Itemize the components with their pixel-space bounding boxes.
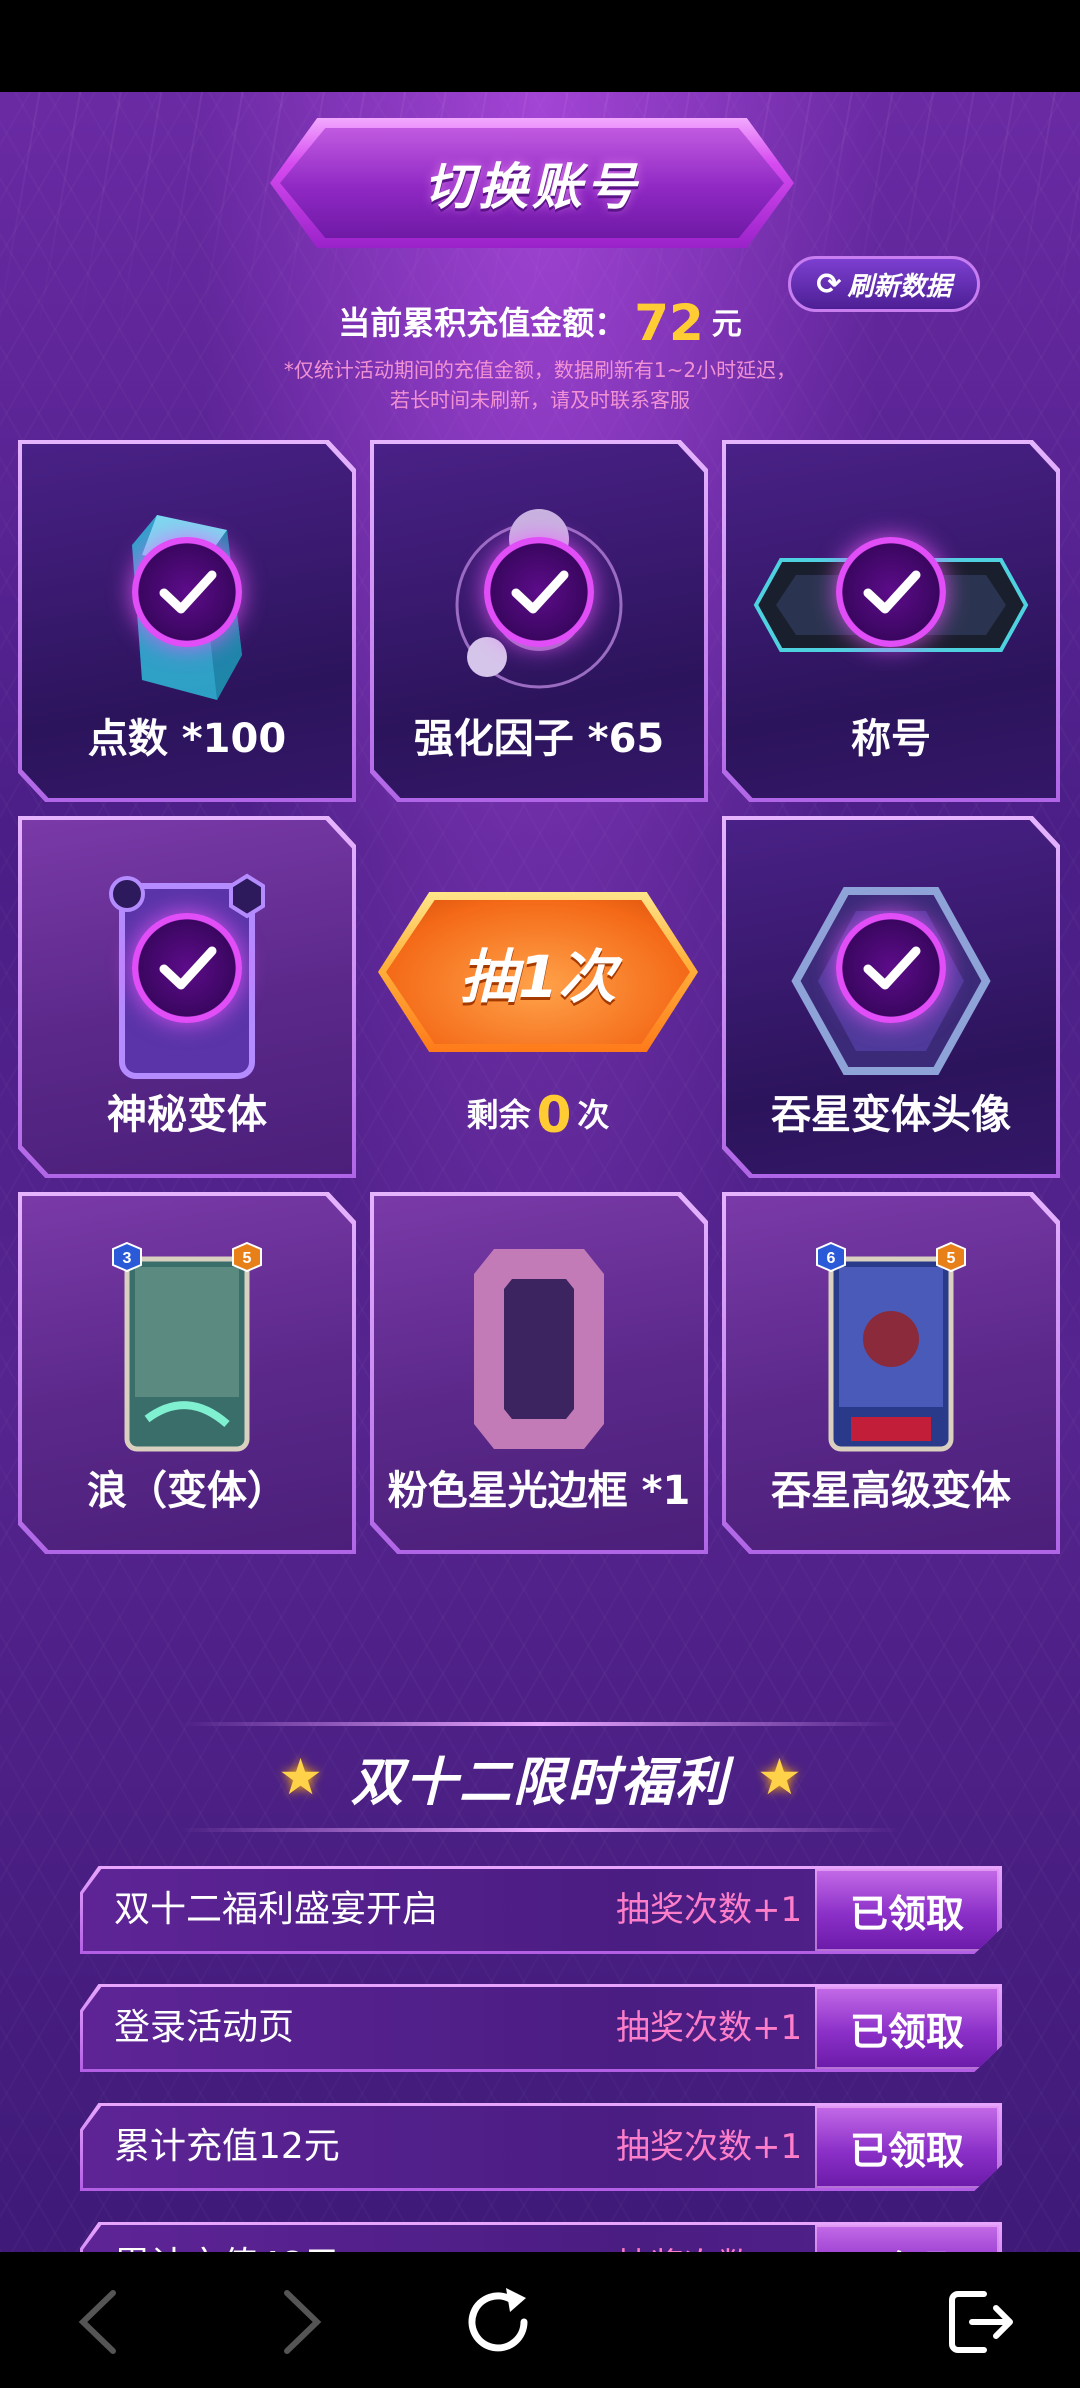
lang-card-art: 3 5 bbox=[107, 1239, 267, 1463]
reward-pink-frame[interactable]: 粉色星光边框 *1 bbox=[370, 1192, 708, 1554]
task-row: 累计充值48元 抽奖次数+1 已领取 bbox=[80, 2222, 1002, 2252]
task-reward: 抽奖次数+1 bbox=[616, 1890, 803, 1930]
back-icon[interactable] bbox=[58, 2282, 138, 2362]
status-bar bbox=[0, 0, 1080, 92]
card-cost-badge: 3 bbox=[123, 1250, 132, 1267]
remaining-count: 0 bbox=[536, 1086, 572, 1144]
reward-points[interactable]: 点数 *100 bbox=[18, 440, 356, 802]
reward-label: 称号 bbox=[851, 716, 931, 762]
event-page: 切换账号 ⟳ 刷新数据 当前累积充值金额： 72 元 *仅统计活动期间的充值金额，数… bbox=[0, 92, 1080, 2252]
note-line-1: *仅统计活动期间的充值金额，数据刷新有1~2小时延迟， bbox=[283, 358, 797, 382]
reward-galactus-variant[interactable]: 6 5 吞星高级变体 bbox=[722, 1192, 1060, 1554]
task-name: 累计充值48元 bbox=[114, 2222, 340, 2252]
draw-once-label: 抽1次 bbox=[459, 943, 617, 1011]
card-cost-badge: 6 bbox=[827, 1250, 836, 1267]
claimed-check-icon bbox=[836, 537, 946, 648]
reward-label: 浪（变体） bbox=[87, 1468, 287, 1514]
task-reward: 抽奖次数+1 bbox=[616, 2222, 802, 2252]
reward-label: 神秘变体 bbox=[107, 1092, 267, 1138]
switch-account-button[interactable]: 切换账号 bbox=[270, 118, 794, 248]
reward-label: 粉色星光边框 *1 bbox=[387, 1468, 691, 1514]
task-name: 累计充值12元 bbox=[114, 2126, 340, 2167]
claimed-check-icon bbox=[836, 913, 946, 1024]
task-reward: 抽奖次数+1 bbox=[616, 2127, 803, 2167]
reward-lang-variant[interactable]: 3 5 浪（变体） bbox=[18, 1192, 356, 1554]
reward-galactus-avatar[interactable]: 吞星变体头像 bbox=[722, 816, 1060, 1178]
browser-nav-bar bbox=[0, 2252, 1080, 2388]
task-name: 双十二福利盛宴开启 bbox=[114, 1889, 439, 1930]
section-title: 双十二限时福利 bbox=[350, 1752, 729, 1813]
claimed-check-icon bbox=[484, 537, 594, 648]
task-row: 累计充值12元 抽奖次数+1 已领取 bbox=[80, 2103, 1002, 2191]
total-recharge-unit: 元 bbox=[711, 307, 742, 342]
claimed-check-icon bbox=[132, 537, 242, 648]
remaining-draws: 剩余 0 次 bbox=[378, 1086, 698, 1144]
task-row: 双十二福利盛宴开启 抽奖次数+1 已领取 bbox=[80, 1866, 1002, 1954]
pink-frame-icon bbox=[464, 1244, 614, 1458]
claimed-button[interactable]: 已领取 bbox=[815, 1869, 999, 1951]
total-recharge-amount: 72 bbox=[634, 294, 704, 352]
star-icon: ★ bbox=[757, 1748, 802, 1806]
remaining-suffix: 次 bbox=[577, 1096, 610, 1134]
star-icon: ★ bbox=[278, 1748, 323, 1806]
reward-mystery-variant[interactable]: 神秘变体 bbox=[18, 816, 356, 1178]
reward-label: 吞星高级变体 bbox=[771, 1468, 1011, 1514]
reward-title[interactable]: 称号 bbox=[722, 440, 1060, 802]
remaining-prefix: 剩余 bbox=[466, 1096, 531, 1134]
reward-boosters[interactable]: 强化因子 *65 bbox=[370, 440, 708, 802]
task-reward: 抽奖次数+1 bbox=[616, 2008, 803, 2048]
card-power-badge: 5 bbox=[947, 1250, 956, 1267]
task-row: 登录活动页 抽奖次数+1 已领取 bbox=[80, 1984, 1002, 2072]
task-name: 登录活动页 bbox=[114, 2007, 295, 2048]
card-power-badge: 5 bbox=[243, 1250, 252, 1267]
forward-icon[interactable] bbox=[262, 2282, 342, 2362]
section-header: ★ 双十二限时福利 ★ bbox=[0, 1722, 1080, 1832]
switch-account-label: 切换账号 bbox=[424, 158, 640, 216]
draw-once-button[interactable]: 抽1次 bbox=[378, 892, 698, 1052]
reward-label: 吞星变体头像 bbox=[771, 1092, 1011, 1138]
claimed-button[interactable]: 已领取 bbox=[815, 2225, 999, 2252]
galactus-card-art: 6 5 bbox=[811, 1239, 971, 1463]
total-recharge-label: 当前累积充值金额： bbox=[338, 304, 627, 342]
reward-label: 强化因子 *65 bbox=[413, 716, 665, 762]
claimed-button[interactable]: 已领取 bbox=[815, 1987, 999, 2069]
claimed-button[interactable]: 已领取 bbox=[815, 2106, 999, 2188]
total-recharge: 当前累积充值金额： 72 元 bbox=[0, 294, 1080, 352]
reload-icon[interactable] bbox=[458, 2282, 538, 2362]
claimed-check-icon bbox=[132, 913, 242, 1024]
reward-label: 点数 *100 bbox=[87, 716, 287, 762]
exit-icon[interactable] bbox=[940, 2282, 1020, 2362]
note-line-2: 若长时间未刷新，请及时联系客服 bbox=[390, 388, 690, 412]
